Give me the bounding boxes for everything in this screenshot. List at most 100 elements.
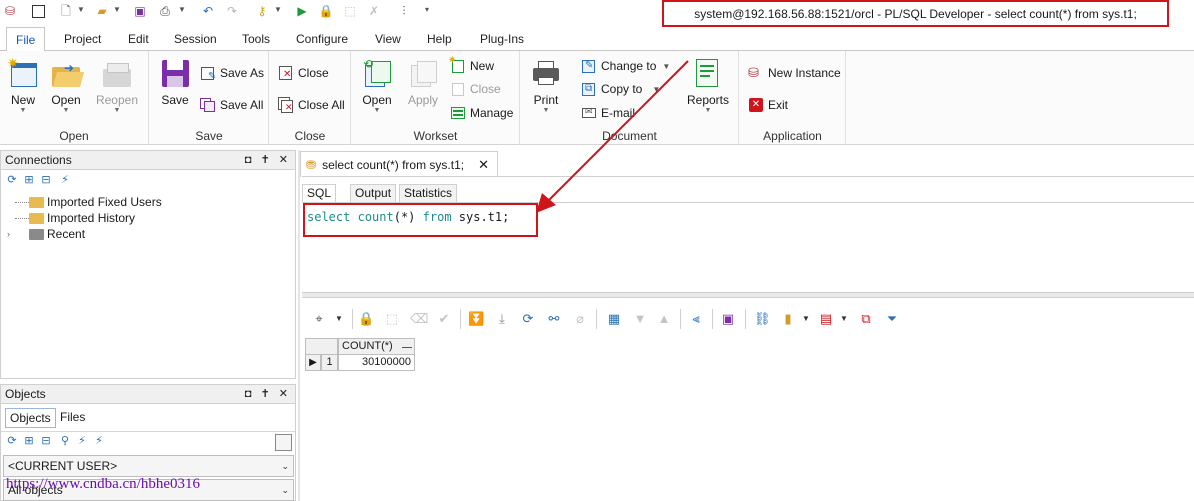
chevron-down-icon[interactable]: ▼	[77, 5, 85, 14]
find-icon[interactable]: ⚯	[546, 311, 562, 327]
sql-highlight-box	[303, 203, 538, 237]
add-icon[interactable]: ⊞	[22, 434, 36, 448]
exit-icon: ✕	[748, 97, 764, 113]
tab-files[interactable]: Files	[60, 408, 85, 428]
workset-manage-button[interactable]: Manage	[450, 103, 513, 123]
column-menu-icon[interactable]	[402, 347, 412, 348]
tab-sql[interactable]: SQL	[302, 184, 337, 202]
delete-record-icon[interactable]: ⌫	[410, 311, 428, 327]
save-icon[interactable]: ▣	[720, 311, 736, 327]
tab-project[interactable]: Project	[55, 27, 110, 52]
tab-edit[interactable]: Edit	[119, 27, 158, 52]
save-icon[interactable]: ▣	[132, 3, 148, 19]
tab-file[interactable]: File	[6, 27, 46, 52]
tree-item-recent[interactable]: › Recent	[7, 226, 85, 242]
key-icon[interactable]: ⚷	[254, 3, 270, 19]
tab-plug-ins[interactable]: Plug-Ins	[471, 27, 533, 52]
chart-icon[interactable]: ▮	[780, 311, 796, 327]
panel-controls[interactable]: ◘ ✝ ✕	[245, 385, 291, 404]
explain-plan-icon[interactable]: ⫷	[688, 311, 704, 327]
sort-desc-icon[interactable]: ▼	[632, 311, 648, 327]
chevron-down-icon[interactable]: ▼	[331, 311, 347, 327]
chevron-down-icon[interactable]: ▼	[274, 5, 282, 14]
tab-view[interactable]: View	[366, 27, 410, 52]
open-folder-icon[interactable]: ▰	[94, 3, 110, 19]
save-as-button[interactable]: ✎ Save As	[200, 63, 264, 83]
print-icon[interactable]: ⎙	[157, 3, 173, 19]
lock-icon[interactable]: 🔒	[358, 311, 374, 327]
add-icon[interactable]: ⊞	[22, 173, 36, 187]
editor-result-splitter[interactable]	[302, 292, 1194, 298]
workset-close-button[interactable]: Close	[450, 79, 501, 99]
execute-icon[interactable]: ▶	[294, 3, 310, 19]
find-icon[interactable]: ⚲	[58, 434, 72, 448]
remove-icon[interactable]: ⊟	[39, 434, 53, 448]
database-icon[interactable]: ⛁	[2, 3, 18, 19]
panel-toggle-button[interactable]	[275, 434, 292, 451]
refresh-icon[interactable]: ⟳	[520, 311, 536, 327]
tab-session[interactable]: Session	[165, 27, 226, 52]
tab-configure[interactable]: Configure	[287, 27, 357, 52]
new-instance-button[interactable]: ⛁ New Instance	[748, 63, 841, 83]
reopen-button[interactable]: Reopen ▼	[94, 57, 140, 115]
lock-icon[interactable]: 🔒	[318, 3, 334, 19]
filter-icon[interactable]: ⏷	[884, 311, 900, 327]
panel-controls[interactable]: ◘ ✝ ✕	[245, 151, 291, 170]
workset-open-button[interactable]: ⟲ Open ▼	[354, 57, 400, 115]
chevron-down-icon[interactable]: ▼	[113, 5, 121, 14]
new-document-icon[interactable]: 🗋	[58, 3, 74, 19]
insert-record-icon[interactable]: ⬚	[384, 311, 400, 327]
redo-icon[interactable]: ↷	[224, 3, 240, 19]
break-icon[interactable]: ✗	[366, 3, 382, 19]
post-changes-icon[interactable]: ✔	[436, 311, 452, 327]
sliders-icon[interactable]: ⫶	[396, 3, 412, 19]
chevron-down-icon[interactable]: ▼	[836, 311, 852, 327]
remove-icon[interactable]: ⊟	[39, 173, 53, 187]
chevron-down-icon[interactable]: ▾	[425, 5, 429, 14]
panel-splitter[interactable]	[298, 150, 300, 501]
query-by-example-icon[interactable]: ▦	[606, 311, 622, 327]
commit-icon[interactable]: ⬚	[342, 3, 358, 19]
tab-statistics[interactable]: Statistics	[399, 184, 458, 202]
filter-icon[interactable]: ⚡	[75, 434, 89, 448]
current-user-select[interactable]: <CURRENT USER> ⌄	[3, 455, 294, 477]
select-mode-icon[interactable]: ⌖	[311, 311, 327, 327]
chevron-down-icon[interactable]: ▼	[798, 311, 814, 327]
grid-view-icon[interactable]: ▤	[818, 311, 834, 327]
open-button[interactable]: ➜ Open ▼	[43, 57, 89, 115]
tab-output[interactable]: Output	[350, 184, 397, 202]
chevron-right-icon[interactable]: ›	[7, 226, 29, 242]
export-icon[interactable]: ⧉	[858, 311, 874, 327]
exit-button[interactable]: ✕ Exit	[748, 95, 788, 115]
link-icon[interactable]: ⛓	[754, 311, 771, 327]
column-header[interactable]: COUNT(*)	[338, 338, 415, 355]
close-tab-icon[interactable]: ✕	[478, 157, 489, 173]
connect-icon[interactable]: ⚡	[92, 434, 106, 448]
tab-tools[interactable]: Tools	[233, 27, 279, 52]
next-page-icon[interactable]: ⏬	[468, 311, 484, 327]
tree-item-imported-history[interactable]: Imported History	[15, 210, 135, 226]
tab-strip-border	[302, 176, 1194, 177]
save-button[interactable]: Save	[152, 57, 198, 107]
undo-icon[interactable]: ↶	[200, 3, 216, 19]
save-all-button[interactable]: Save All	[200, 95, 263, 115]
new-button[interactable]: ✷ New ▼	[0, 56, 46, 115]
sort-asc-icon[interactable]: ▲	[656, 311, 672, 327]
document-tab[interactable]: ⛃ select count(*) from sys.t1; ✕	[300, 151, 498, 177]
workset-new-button[interactable]: ✷ New	[448, 55, 494, 76]
tree-item-imported-fixed-users[interactable]: Imported Fixed Users	[15, 194, 162, 210]
objects-toolbar: ⟳ ⊞ ⊟ ⚲ ⚡ ⚡	[1, 431, 295, 451]
chevron-down-icon[interactable]: ▼	[178, 5, 186, 14]
tab-help[interactable]: Help	[418, 27, 461, 52]
table-cell[interactable]: 30100000	[338, 354, 415, 371]
refresh-icon[interactable]: ⟳	[5, 434, 19, 448]
close-button[interactable]: ✕ Close	[278, 63, 329, 83]
tab-objects[interactable]: Objects	[5, 408, 56, 428]
workset-apply-button[interactable]: Apply	[400, 57, 446, 107]
clear-icon[interactable]: ⌀	[572, 311, 588, 327]
last-page-icon[interactable]: ⤓	[494, 311, 510, 327]
checkbox-icon[interactable]	[30, 3, 46, 19]
close-all-button[interactable]: ✕ Close All	[278, 95, 345, 115]
connect-icon[interactable]: ⚡	[58, 173, 72, 187]
refresh-icon[interactable]: ⟳	[5, 173, 19, 187]
